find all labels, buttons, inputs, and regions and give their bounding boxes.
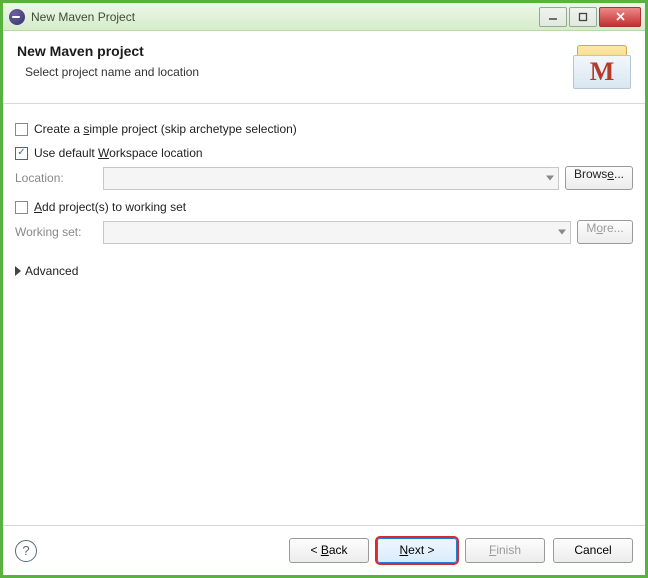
wizard-title: New Maven project [17,43,199,59]
titlebar: New Maven Project [3,3,645,31]
footer-buttons: < Back Next > Finish Cancel [289,538,633,563]
wizard-subtitle: Select project name and location [17,65,199,79]
simple-project-row: Create a simple project (skip archetype … [15,122,633,136]
help-icon[interactable]: ? [15,540,37,562]
add-to-working-set-checkbox[interactable] [15,201,28,214]
minimize-button[interactable] [539,7,567,27]
triangle-right-icon [15,266,21,276]
maximize-button[interactable] [569,7,597,27]
close-button[interactable] [599,7,641,27]
window-title: New Maven Project [31,10,539,24]
wizard-window: New Maven Project New Maven project Sele… [0,0,648,578]
more-button: More... [577,220,633,244]
window-controls [539,7,641,27]
location-label: Location: [15,171,97,185]
add-to-working-set-label: Add project(s) to working set [34,200,186,214]
working-set-label: Working set: [15,225,97,239]
advanced-label: Advanced [25,264,78,278]
wizard-header: New Maven project Select project name an… [3,31,645,104]
working-set-combo [103,221,571,244]
cancel-button[interactable]: Cancel [553,538,633,563]
back-button[interactable]: < Back [289,538,369,563]
location-combo [103,167,559,190]
eclipse-icon [9,9,25,25]
header-text-block: New Maven project Select project name an… [17,43,199,79]
wizard-content: Create a simple project (skip archetype … [3,104,645,525]
chevron-down-icon [558,230,566,235]
finish-button: Finish [465,538,545,563]
default-workspace-checkbox[interactable] [15,147,28,160]
next-button[interactable]: Next > [377,538,457,563]
wizard-footer: ? < Back Next > Finish Cancel [3,526,645,575]
maven-letter: M [590,57,615,87]
simple-project-checkbox[interactable] [15,123,28,136]
default-workspace-label: Use default Workspace location [34,146,203,160]
maven-banner-icon: M [573,43,631,89]
simple-project-label: Create a simple project (skip archetype … [34,122,297,136]
chevron-down-icon [546,176,554,181]
location-row: Location: Browse... [15,166,633,190]
default-workspace-row: Use default Workspace location [15,146,633,160]
add-to-working-set-row: Add project(s) to working set [15,200,633,214]
working-set-row: Working set: More... [15,220,633,244]
browse-button[interactable]: Browse... [565,166,633,190]
advanced-toggle[interactable]: Advanced [15,264,633,278]
